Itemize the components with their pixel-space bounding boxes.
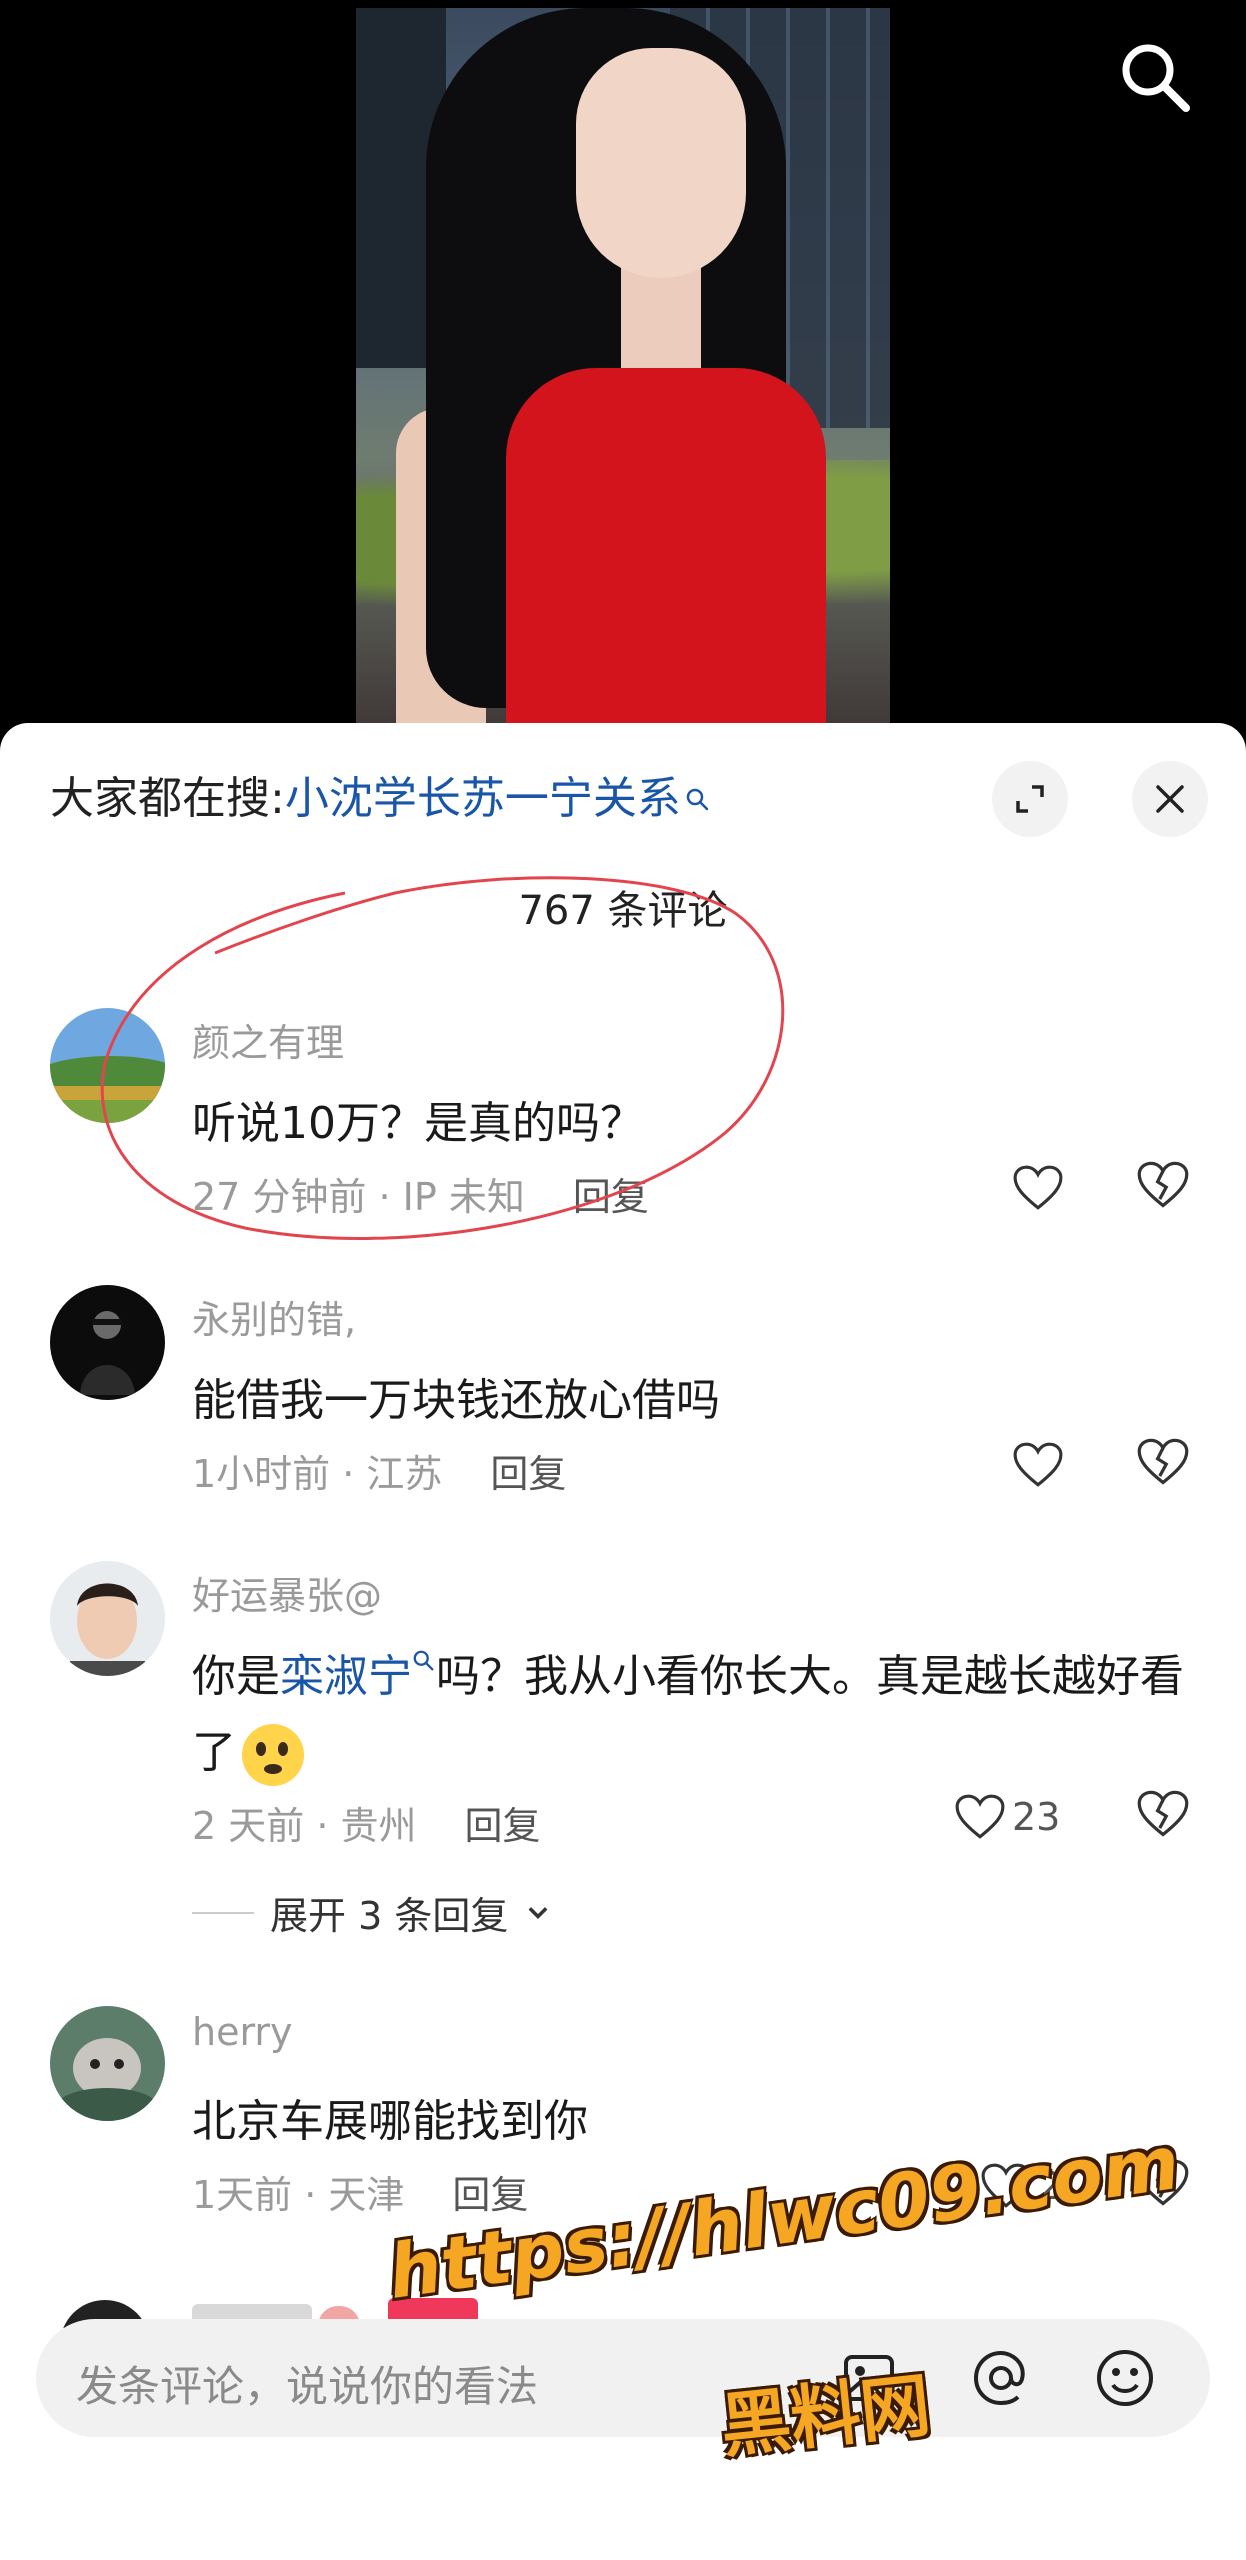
comment-text: 听说10万？是真的吗？ bbox=[192, 1098, 644, 1149]
comment-meta: 1天前 · 天津 回复 bbox=[192, 2164, 528, 2219]
heart-icon bbox=[981, 2163, 1031, 2208]
comment-time-location: 27 分钟前 · IP 未知 bbox=[192, 1175, 525, 1219]
expand-icon bbox=[1016, 785, 1044, 813]
comment-text: 能借我一万块钱还放心借吗 bbox=[192, 1375, 720, 1426]
video-frame bbox=[356, 8, 890, 760]
comment-count: 767 条评论 bbox=[518, 888, 728, 934]
dislike-button[interactable] bbox=[1136, 2158, 1194, 2216]
emoji-picker-icon[interactable] bbox=[1092, 2345, 1158, 2411]
annotation-circle bbox=[100, 876, 785, 1240]
reply-button[interactable]: 回复 bbox=[465, 1804, 541, 1848]
broken-heart-icon bbox=[1137, 1790, 1189, 1837]
trending-search-query[interactable]: 小沈学长苏一宁关系 bbox=[285, 773, 681, 824]
comment-time-location: 1小时前 · 江苏 bbox=[192, 1452, 443, 1496]
at-mention-icon[interactable] bbox=[968, 2345, 1034, 2411]
comment-username[interactable]: 好运暴张@ bbox=[192, 1565, 382, 1620]
comment-text: 北京车展哪能找到你 bbox=[192, 2096, 588, 2147]
image-icon[interactable] bbox=[836, 2345, 902, 2411]
comment-input-placeholder: 发条评论，说说你的看法 bbox=[76, 2362, 539, 2411]
like-button[interactable]: 2 bbox=[980, 2162, 1062, 2210]
mention-search-icon bbox=[412, 1650, 436, 1702]
avatar[interactable] bbox=[50, 1561, 165, 1676]
like-count: 2 bbox=[1038, 2164, 1063, 2208]
heart-icon bbox=[1013, 1165, 1063, 1210]
comment-username[interactable]: 永别的错, bbox=[192, 1289, 356, 1344]
like-button[interactable] bbox=[1012, 1164, 1064, 1212]
trending-search[interactable]: 大家都在搜:小沈学长苏一宁关系 bbox=[50, 773, 711, 826]
like-button[interactable]: 23 bbox=[954, 1793, 1060, 1841]
comment-time-location: 1天前 · 天津 bbox=[192, 2173, 405, 2217]
trending-search-label: 大家都在搜: bbox=[50, 773, 285, 824]
dislike-button[interactable] bbox=[1136, 1789, 1194, 1847]
reply-button[interactable]: 回复 bbox=[573, 1175, 649, 1219]
reply-button[interactable]: 回复 bbox=[452, 2173, 528, 2217]
avatar[interactable] bbox=[50, 1285, 165, 1400]
video-player[interactable] bbox=[0, 0, 1246, 760]
emoji-icon bbox=[242, 1724, 304, 1786]
small-search-icon bbox=[685, 773, 711, 811]
comment-meta: 27 分钟前 · IP 未知 回复 bbox=[192, 1166, 649, 1221]
heart-icon bbox=[955, 1794, 1005, 1839]
comment-input[interactable]: 发条评论，说说你的看法 bbox=[36, 2319, 1210, 2437]
search-icon[interactable] bbox=[1116, 38, 1194, 116]
close-icon bbox=[1156, 785, 1184, 813]
like-button[interactable] bbox=[1012, 1441, 1064, 1489]
comment-username[interactable]: 颜之有理 bbox=[192, 1012, 344, 1067]
dislike-button[interactable] bbox=[1136, 1160, 1194, 1218]
close-button[interactable] bbox=[1132, 761, 1208, 837]
comment-meta: 2 天前 · 贵州 回复 bbox=[192, 1795, 541, 1850]
avatar[interactable] bbox=[50, 1008, 165, 1123]
chevron-down-icon bbox=[528, 1906, 548, 1919]
dislike-button[interactable] bbox=[1136, 1437, 1194, 1495]
fullscreen-button[interactable] bbox=[992, 761, 1068, 837]
avatar[interactable] bbox=[50, 2006, 165, 2121]
comment-sheet: 大家都在搜:小沈学长苏一宁关系 767 条评论 颜之有理 听说10万？是真的吗？… bbox=[0, 723, 1246, 2560]
reply-button[interactable]: 回复 bbox=[490, 1452, 566, 1496]
comment-text: 你是栾淑宁 吗？我从小看你长大。真是越长越好看了 bbox=[192, 1639, 1192, 1791]
expand-replies-label: 展开 3 条回复 bbox=[270, 1894, 509, 1938]
broken-heart-icon bbox=[1137, 2159, 1189, 2206]
broken-heart-icon bbox=[1137, 1438, 1189, 1485]
comment-time-location: 2 天前 · 贵州 bbox=[192, 1804, 417, 1848]
comment-meta: 1小时前 · 江苏 回复 bbox=[192, 1443, 566, 1498]
like-count: 23 bbox=[1012, 1795, 1061, 1839]
heart-icon bbox=[1013, 1442, 1063, 1487]
broken-heart-icon bbox=[1137, 1161, 1189, 1208]
comment-username[interactable]: herry bbox=[192, 2010, 293, 2054]
mention-link[interactable]: 栾淑宁 bbox=[280, 1651, 412, 1702]
expand-replies-button[interactable]: 展开 3 条回复 bbox=[192, 1885, 552, 1940]
